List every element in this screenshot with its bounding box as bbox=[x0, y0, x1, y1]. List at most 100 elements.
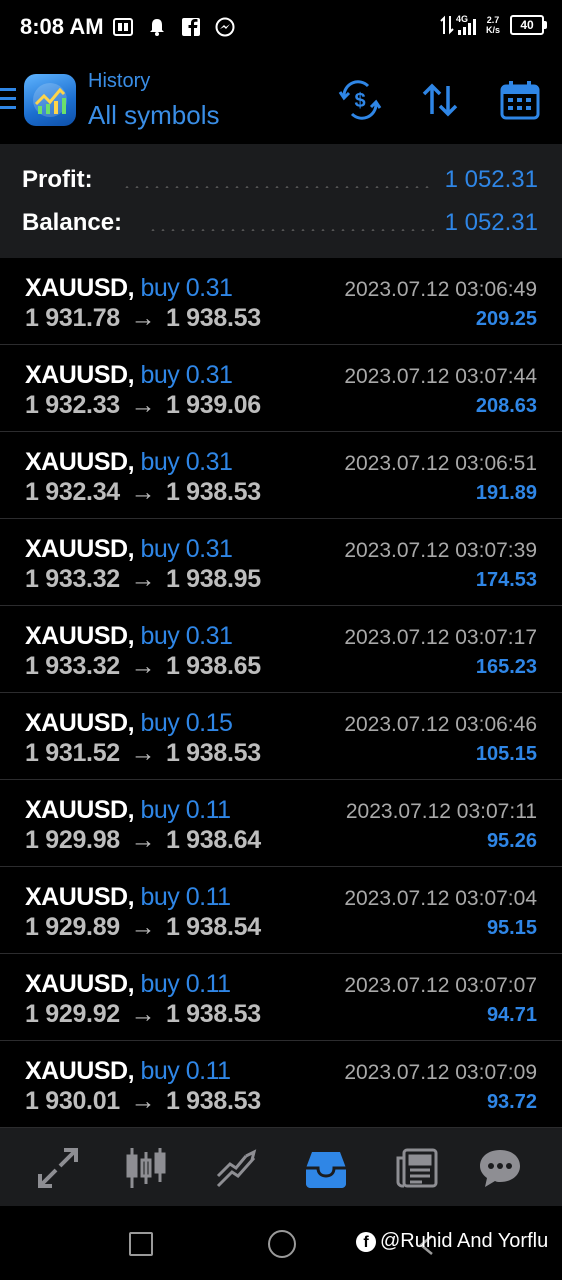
trade-prices: 1 929.98 → 1 938.64 bbox=[25, 826, 261, 855]
trade-time: 2023.07.12 03:07:09 bbox=[344, 1061, 537, 1084]
status-right: 4G 2.7 K/s 40 bbox=[440, 14, 547, 36]
trade-prices: 1 929.92 → 1 938.53 bbox=[25, 1000, 261, 1029]
profit-value: 1 052.31 bbox=[444, 166, 538, 193]
trade-prices: 1 930.01 → 1 938.53 bbox=[25, 1087, 261, 1116]
calendar-icon[interactable] bbox=[498, 78, 542, 122]
status-bar: 8:08 AM 4G 2.7 K/s 40 bbox=[0, 0, 562, 58]
trade-icon[interactable] bbox=[212, 1144, 260, 1192]
trade-prices: 1 931.52 → 1 938.53 bbox=[25, 739, 261, 768]
trade-row[interactable]: XAUUSD, buy 0.31 1 932.34 → 1 938.53 202… bbox=[0, 432, 562, 519]
profit-row: Profit: 1 052.31 bbox=[22, 162, 538, 198]
currency-swap-icon[interactable]: $ bbox=[338, 78, 382, 122]
trade-symbol-line: XAUUSD, buy 0.11 bbox=[25, 883, 231, 912]
trade-prices: 1 932.34 → 1 938.53 bbox=[25, 478, 261, 507]
quotes-icon[interactable] bbox=[34, 1144, 82, 1192]
trade-symbol-line: XAUUSD, buy 0.15 bbox=[25, 709, 233, 738]
open-price: 1 931.52 bbox=[25, 739, 120, 767]
app-logo bbox=[24, 74, 76, 126]
trade-side-volume: buy 0.31 bbox=[140, 622, 233, 650]
trade-row[interactable]: XAUUSD, buy 0.15 1 931.52 → 1 938.53 202… bbox=[0, 693, 562, 780]
trade-row[interactable]: XAUUSD, buy 0.31 1 933.32 → 1 938.95 202… bbox=[0, 519, 562, 606]
open-price: 1 929.98 bbox=[25, 826, 120, 854]
trade-row[interactable]: XAUUSD, buy 0.11 1 929.92 → 1 938.53 202… bbox=[0, 954, 562, 1041]
open-price: 1 930.01 bbox=[25, 1087, 120, 1115]
trade-profit: 165.23 bbox=[475, 656, 537, 678]
trade-profit: 94.71 bbox=[486, 1004, 537, 1026]
trade-time: 2023.07.12 03:07:07 bbox=[344, 974, 537, 997]
trade-side-volume: buy 0.11 bbox=[140, 1057, 231, 1085]
trade-row[interactable]: XAUUSD, buy 0.11 1 929.98 → 1 938.64 202… bbox=[0, 780, 562, 867]
watermark-text: @Ruhid And Yorflu bbox=[380, 1230, 549, 1252]
open-price: 1 929.92 bbox=[25, 1000, 120, 1028]
trade-symbol-line: XAUUSD, buy 0.31 bbox=[25, 448, 233, 477]
trade-side-volume: buy 0.11 bbox=[140, 970, 231, 998]
chart-icon[interactable] bbox=[122, 1144, 170, 1192]
trade-side-volume: buy 0.11 bbox=[140, 796, 231, 824]
open-price: 1 929.89 bbox=[25, 913, 120, 941]
trade-symbol: XAUUSD, bbox=[25, 274, 135, 302]
history-icon[interactable] bbox=[302, 1144, 350, 1192]
trade-profit: 191.89 bbox=[475, 482, 537, 504]
facebook-icon: f bbox=[356, 1231, 376, 1252]
network-speed: 2.7 K/s bbox=[485, 15, 500, 35]
arrow-icon: → bbox=[130, 913, 156, 941]
menu-icon[interactable] bbox=[0, 88, 16, 112]
close-price: 1 938.54 bbox=[165, 913, 261, 941]
trade-row[interactable]: XAUUSD, buy 0.31 1 932.33 → 1 939.06 202… bbox=[0, 345, 562, 432]
open-price: 1 932.33 bbox=[25, 391, 120, 419]
signal-icon: 4G bbox=[440, 14, 476, 36]
trade-symbol: XAUUSD, bbox=[25, 883, 135, 911]
arrow-icon: → bbox=[130, 565, 156, 593]
close-price: 1 938.53 bbox=[165, 1087, 261, 1115]
trade-profit: 93.72 bbox=[486, 1091, 537, 1113]
system-navigation-bar: f @Ruhid And Yorflu bbox=[0, 1206, 562, 1280]
open-price: 1 932.34 bbox=[25, 478, 120, 506]
trade-row[interactable]: XAUUSD, buy 0.11 1 930.01 → 1 938.53 202… bbox=[0, 1041, 562, 1128]
trade-row[interactable]: XAUUSD, buy 0.31 1 933.32 → 1 938.65 202… bbox=[0, 606, 562, 693]
trade-time: 2023.07.12 03:07:04 bbox=[344, 887, 537, 910]
close-price: 1 938.53 bbox=[165, 739, 261, 767]
trade-prices: 1 931.78 → 1 938.53 bbox=[25, 304, 261, 333]
close-price: 1 939.06 bbox=[165, 391, 261, 419]
chat-icon[interactable] bbox=[476, 1144, 524, 1192]
close-price: 1 938.64 bbox=[165, 826, 261, 854]
battery-indicator: 40 bbox=[510, 15, 547, 35]
balance-row: Balance: 1 052.31 bbox=[22, 205, 538, 241]
trade-time: 2023.07.12 03:06:49 bbox=[344, 278, 537, 301]
trade-row[interactable]: XAUUSD, buy 0.11 1 929.89 → 1 938.54 202… bbox=[0, 867, 562, 954]
close-price: 1 938.53 bbox=[165, 304, 261, 332]
trade-symbol-line: XAUUSD, buy 0.31 bbox=[25, 361, 233, 390]
sort-icon[interactable] bbox=[418, 78, 462, 122]
trade-symbol: XAUUSD, bbox=[25, 970, 135, 998]
header-title[interactable]: All symbols bbox=[88, 100, 219, 131]
watermark: f @Ruhid And Yorflu bbox=[356, 1230, 548, 1253]
open-price: 1 931.78 bbox=[25, 304, 120, 332]
trade-prices: 1 932.33 → 1 939.06 bbox=[25, 391, 261, 420]
trade-row[interactable]: XAUUSD, buy 0.31 1 931.78 → 1 938.53 202… bbox=[0, 258, 562, 345]
close-price: 1 938.65 bbox=[165, 652, 261, 680]
arrow-icon: → bbox=[130, 1000, 156, 1028]
trade-symbol-line: XAUUSD, buy 0.31 bbox=[25, 622, 233, 651]
home-button[interactable] bbox=[268, 1230, 296, 1258]
account-summary: Profit: 1 052.31 Balance: 1 052.31 bbox=[0, 144, 562, 258]
close-price: 1 938.53 bbox=[165, 1000, 261, 1028]
arrow-icon: → bbox=[130, 391, 156, 419]
trade-symbol: XAUUSD, bbox=[25, 535, 135, 563]
trade-symbol-line: XAUUSD, buy 0.11 bbox=[25, 970, 231, 999]
trade-side-volume: buy 0.31 bbox=[140, 448, 233, 476]
app-header: History All symbols $ bbox=[0, 58, 562, 144]
trade-side-volume: buy 0.31 bbox=[140, 274, 233, 302]
trade-history-list: XAUUSD, buy 0.31 1 931.78 → 1 938.53 202… bbox=[0, 258, 562, 1128]
profit-label: Profit: bbox=[22, 166, 93, 193]
trade-side-volume: buy 0.11 bbox=[140, 883, 231, 911]
trade-side-volume: buy 0.31 bbox=[140, 361, 233, 389]
leader-dots bbox=[122, 186, 434, 188]
recent-apps-button[interactable] bbox=[129, 1232, 153, 1256]
trade-time: 2023.07.12 03:06:46 bbox=[344, 713, 537, 736]
close-price: 1 938.95 bbox=[165, 565, 261, 593]
news-icon[interactable] bbox=[392, 1144, 440, 1192]
balance-label: Balance: bbox=[22, 209, 123, 236]
trade-symbol: XAUUSD, bbox=[25, 448, 135, 476]
bottom-navigation bbox=[0, 1128, 562, 1206]
trade-time: 2023.07.12 03:07:39 bbox=[344, 539, 537, 562]
